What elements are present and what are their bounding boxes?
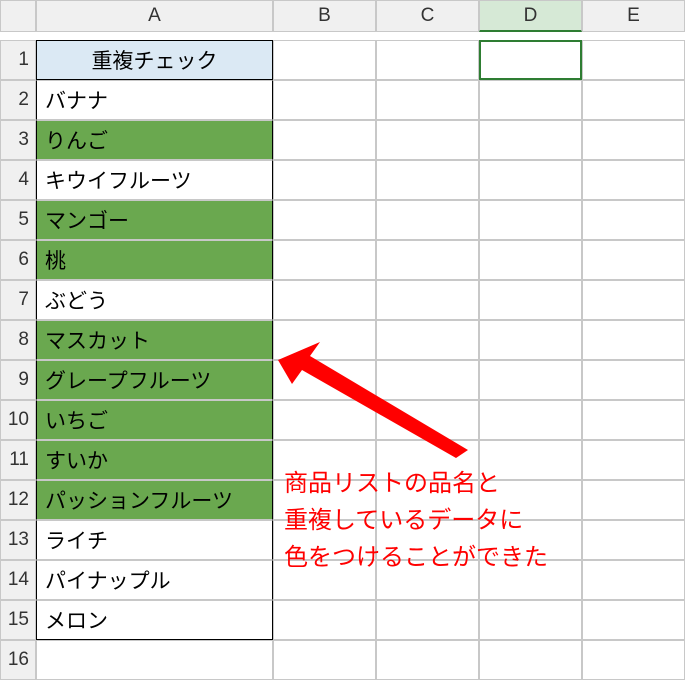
column-header-B[interactable]: B [273,0,376,32]
cell-A11[interactable]: すいか [36,440,273,480]
cell-B2[interactable] [273,80,376,120]
cell-E14[interactable] [582,560,685,600]
cell-D16[interactable] [479,640,582,680]
cell-D1[interactable] [479,40,582,80]
cell-D9[interactable] [479,360,582,400]
cell-E9[interactable] [582,360,685,400]
cell-B10[interactable] [273,400,376,440]
cell-E6[interactable] [582,240,685,280]
cell-D5[interactable] [479,200,582,240]
row-header-5[interactable]: 5 [0,200,36,240]
cell-D3[interactable] [479,120,582,160]
cell-C6[interactable] [376,240,479,280]
cell-E11[interactable] [582,440,685,480]
cell-D4[interactable] [479,160,582,200]
row-header-8[interactable]: 8 [0,320,36,360]
cell-C5[interactable] [376,200,479,240]
column-header-E[interactable]: E [582,0,685,32]
cell-C1[interactable] [376,40,479,80]
cell-B4[interactable] [273,160,376,200]
cell-D15[interactable] [479,600,582,640]
cell-A15[interactable]: メロン [36,600,273,640]
row-header-16[interactable]: 16 [0,640,36,680]
cell-E4[interactable] [582,160,685,200]
row-header-9[interactable]: 9 [0,360,36,400]
cell-C10[interactable] [376,400,479,440]
cell-D8[interactable] [479,320,582,360]
cell-E10[interactable] [582,400,685,440]
cell-B3[interactable] [273,120,376,160]
cell-E2[interactable] [582,80,685,120]
cell-D10[interactable] [479,400,582,440]
cell-E13[interactable] [582,520,685,560]
cell-A6[interactable]: 桃 [36,240,273,280]
column-header-D[interactable]: D [479,0,582,32]
cell-A16[interactable] [36,640,273,680]
cell-E3[interactable] [582,120,685,160]
row-header-12[interactable]: 12 [0,480,36,520]
spreadsheet-grid: ABCDE 1重複チェック2バナナ3りんご4キウイフルーツ5マンゴー6桃7ぶどう8… [0,0,687,680]
cell-C3[interactable] [376,120,479,160]
row-header-10[interactable]: 10 [0,400,36,440]
row-header-6[interactable]: 6 [0,240,36,280]
row-header-7[interactable]: 7 [0,280,36,320]
cell-C4[interactable] [376,160,479,200]
cell-C8[interactable] [376,320,479,360]
row-header-1[interactable]: 1 [0,40,36,80]
cell-A3[interactable]: りんご [36,120,273,160]
cell-C2[interactable] [376,80,479,120]
cell-A2[interactable]: バナナ [36,80,273,120]
cell-A12[interactable]: パッションフルーツ [36,480,273,520]
cell-D2[interactable] [479,80,582,120]
cell-A8[interactable]: マスカット [36,320,273,360]
cell-B16[interactable] [273,640,376,680]
row-header-15[interactable]: 15 [0,600,36,640]
cell-D6[interactable] [479,240,582,280]
cell-C7[interactable] [376,280,479,320]
cell-E15[interactable] [582,600,685,640]
cell-A10[interactable]: いちご [36,400,273,440]
cell-E7[interactable] [582,280,685,320]
cell-B1[interactable] [273,40,376,80]
cell-A5[interactable]: マンゴー [36,200,273,240]
cell-A13[interactable]: ライチ [36,520,273,560]
column-header-A[interactable]: A [36,0,273,32]
corner-cell [0,0,36,32]
cell-B15[interactable] [273,600,376,640]
row-header-2[interactable]: 2 [0,80,36,120]
cell-A14[interactable]: パイナップル [36,560,273,600]
cell-C16[interactable] [376,640,479,680]
row-header-14[interactable]: 14 [0,560,36,600]
cell-B8[interactable] [273,320,376,360]
cell-B6[interactable] [273,240,376,280]
column-header-C[interactable]: C [376,0,479,32]
row-header-3[interactable]: 3 [0,120,36,160]
row-header-13[interactable]: 13 [0,520,36,560]
row-header-11[interactable]: 11 [0,440,36,480]
header-cell-A1[interactable]: 重複チェック [36,40,273,80]
annotation-text: 商品リストの品名と 重複しているデータに 色をつけることができた [284,465,548,577]
cell-E5[interactable] [582,200,685,240]
cell-B9[interactable] [273,360,376,400]
row-header-4[interactable]: 4 [0,160,36,200]
cell-B5[interactable] [273,200,376,240]
cell-D7[interactable] [479,280,582,320]
cell-B7[interactable] [273,280,376,320]
cell-E16[interactable] [582,640,685,680]
cell-C15[interactable] [376,600,479,640]
cell-A7[interactable]: ぶどう [36,280,273,320]
cell-C9[interactable] [376,360,479,400]
cell-E8[interactable] [582,320,685,360]
cell-A9[interactable]: グレープフルーツ [36,360,273,400]
cell-E12[interactable] [582,480,685,520]
cell-E1[interactable] [582,40,685,80]
cell-A4[interactable]: キウイフルーツ [36,160,273,200]
